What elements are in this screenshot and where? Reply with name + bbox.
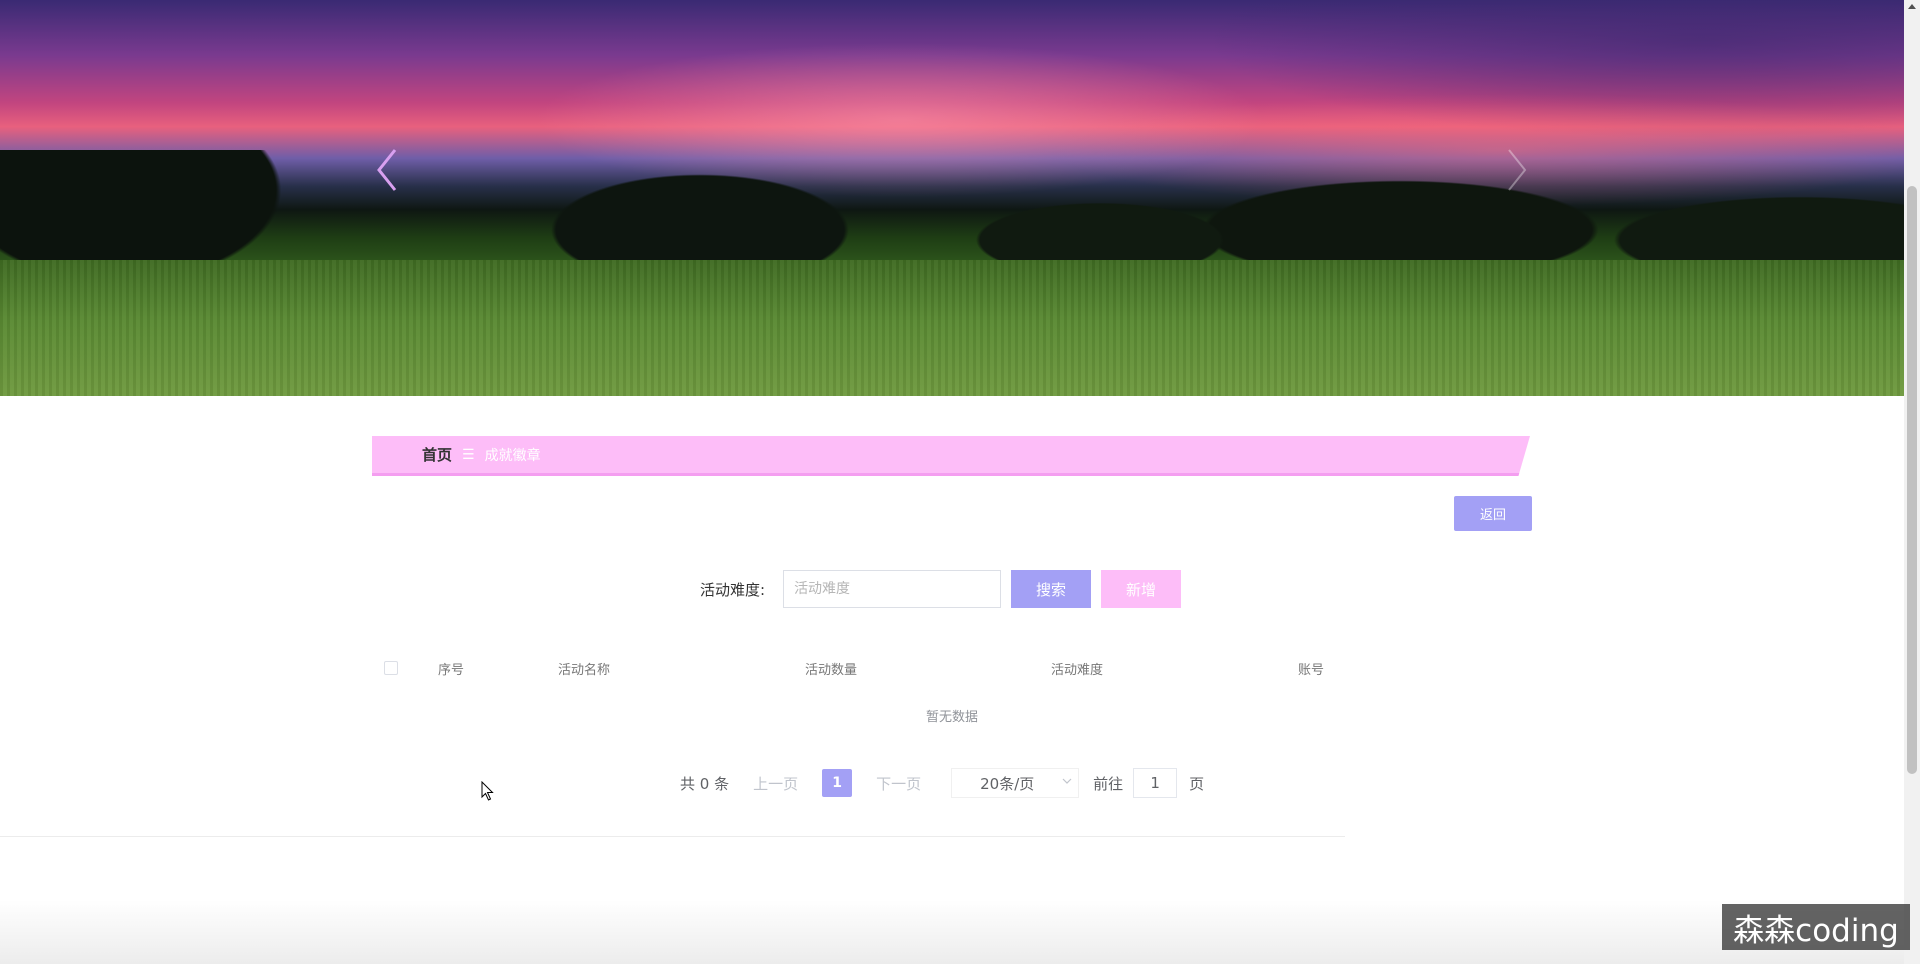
breadcrumb-separator-icon: ☰ (462, 446, 475, 463)
page-size-select[interactable]: 20条/页 (951, 768, 1080, 798)
search-button[interactable]: 搜索 (1011, 570, 1092, 608)
chevron-down-icon (1062, 778, 1072, 784)
hero-banner-image (0, 0, 1904, 396)
search-label: 活动难度: (700, 580, 766, 599)
carousel-next-button[interactable] (1502, 148, 1532, 192)
footer-area (0, 900, 1920, 964)
hero-grass (0, 260, 1904, 396)
mouse-pointer-icon (481, 781, 494, 801)
carousel-prev-button[interactable] (372, 148, 402, 192)
column-header-activity-name: 活动名称 (558, 662, 611, 678)
column-header-account: 账号 (1298, 662, 1325, 678)
breadcrumb-home-link[interactable]: 首页 (422, 444, 452, 465)
search-form: 活动难度: 搜索 新增 (700, 570, 1182, 608)
chevron-right-icon (1508, 149, 1527, 191)
pagination-goto-label: 前往 (1093, 774, 1124, 793)
breadcrumb-current: 成就徽章 (484, 447, 541, 464)
pagination: 共 0 条 上一页 1 下一页 20条/页 前往 页 (680, 768, 1204, 798)
breadcrumb: 首页 ☰ 成就徽章 (372, 436, 1530, 476)
scrollbar-thumb[interactable] (1907, 186, 1917, 774)
add-button[interactable]: 新增 (1101, 570, 1182, 608)
table-header: 序号 活动名称 活动数量 活动难度 账号 (372, 648, 1532, 688)
pagination-next-button[interactable]: 下一页 (876, 773, 921, 794)
column-header-activity-difficulty: 活动难度 (1051, 662, 1104, 678)
pagination-prev-button[interactable]: 上一页 (753, 773, 798, 794)
page-size-value: 20条/页 (980, 774, 1035, 793)
watermark: 森森coding (1722, 904, 1910, 950)
pagination-page-1[interactable]: 1 (822, 769, 853, 797)
pagination-goto-suffix: 页 (1189, 774, 1205, 793)
column-header-index: 序号 (438, 662, 465, 678)
pagination-goto-input[interactable] (1133, 768, 1178, 798)
table-empty-text: 暂无数据 (925, 710, 978, 725)
column-header-activity-count: 活动数量 (805, 662, 858, 678)
pagination-total: 共 0 条 (680, 774, 730, 793)
select-all-checkbox[interactable] (384, 661, 398, 675)
difficulty-search-input[interactable] (783, 570, 1002, 608)
back-button[interactable]: 返回 (1454, 496, 1532, 531)
scroll-up-arrow-icon[interactable] (1908, 4, 1916, 9)
page-scrollbar[interactable] (1904, 0, 1920, 964)
chevron-left-icon (377, 149, 397, 191)
footer-divider (0, 836, 1345, 837)
